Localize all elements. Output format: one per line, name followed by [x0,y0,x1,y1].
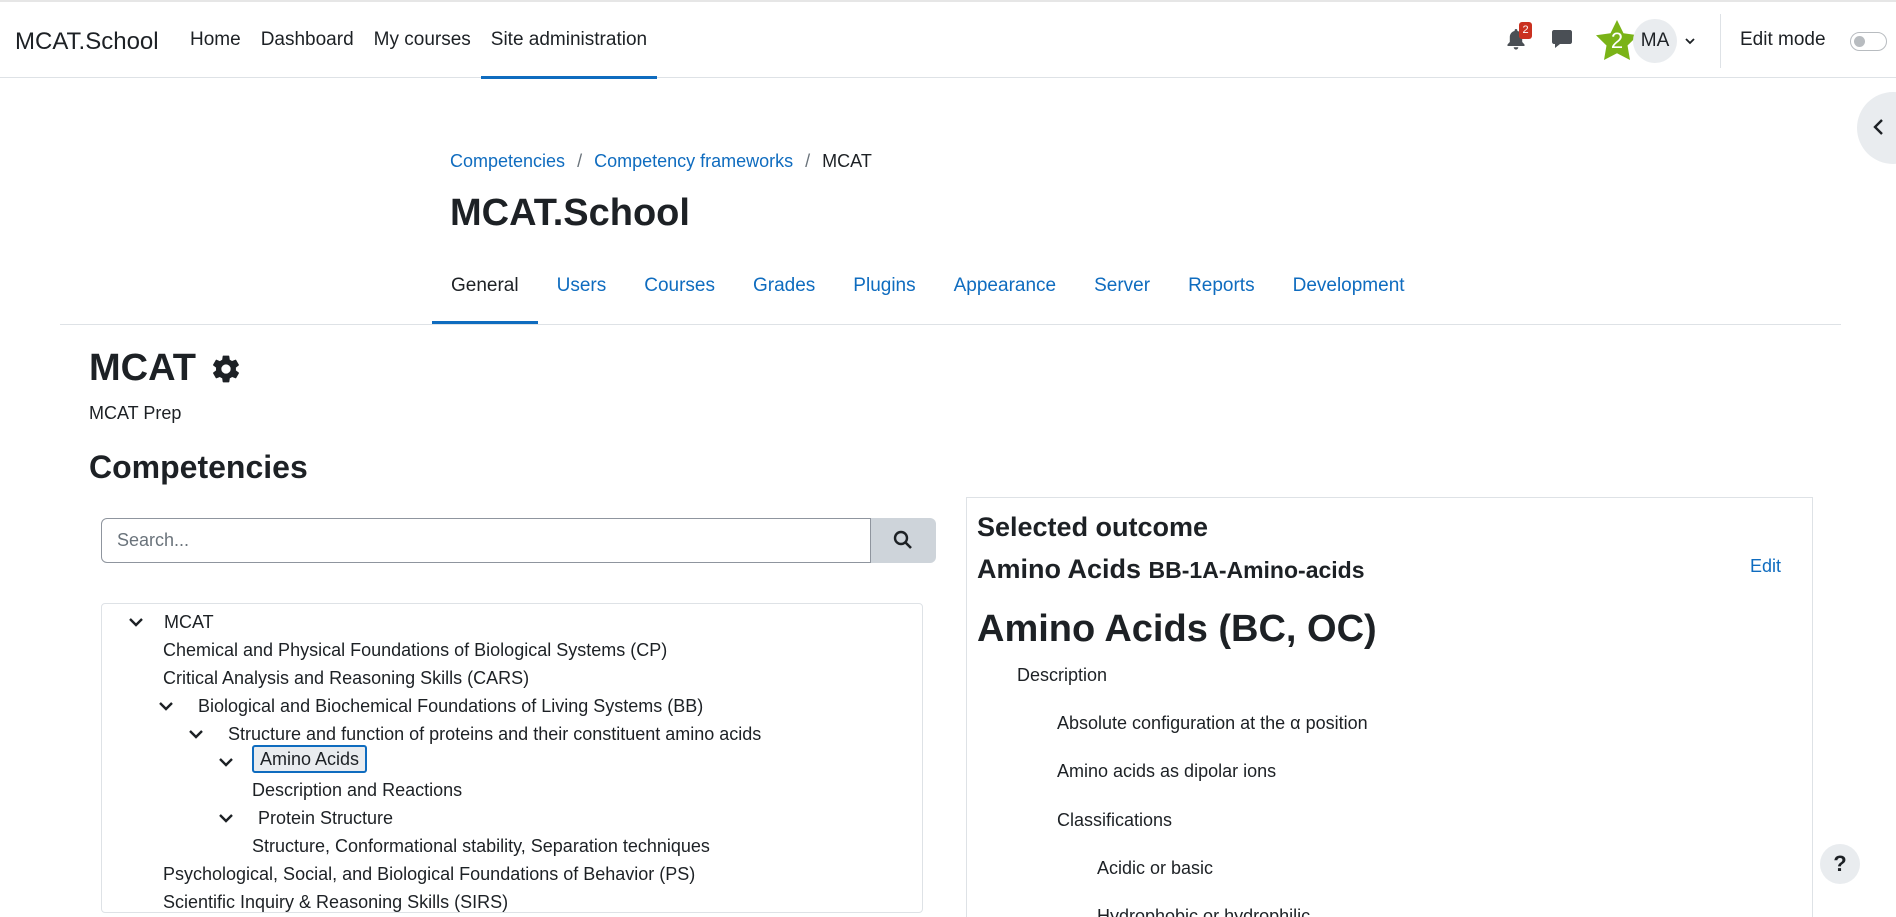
tree-item-cp[interactable]: Chemical and Physical Foundations of Bio… [163,636,667,664]
outcome-idnumber: BB-1A-Amino-acids [1148,557,1365,583]
primary-navigation: Home Dashboard My courses Site administr… [180,2,658,79]
tab-plugins[interactable]: Plugins [834,262,934,324]
tree-item-ps[interactable]: Psychological, Social, and Biological Fo… [163,860,695,888]
notification-count-badge: 2 [1519,22,1532,39]
breadcrumb-separator: / [805,151,811,171]
site-brand[interactable]: MCAT.School [15,28,159,56]
chevron-down-icon[interactable] [187,725,205,743]
selected-outcome-heading: Selected outcome [977,512,1209,542]
tab-users[interactable]: Users [538,262,626,324]
gear-icon[interactable] [210,353,242,385]
admin-tabs: General Users Courses Grades Plugins App… [432,262,1424,324]
tab-development[interactable]: Development [1274,262,1424,324]
tree-item-conformational-stability[interactable]: Structure, Conformational stability, Sep… [252,832,710,860]
search-icon [893,530,912,549]
chevron-left-icon [1873,119,1883,135]
breadcrumb-current: MCAT [822,151,872,171]
search-input[interactable] [101,518,871,563]
breadcrumb: Competencies / Competency frameworks / M… [450,151,872,172]
tree-item-label: Protein Structure [258,808,394,828]
tree-item-description-reactions[interactable]: Description and Reactions [252,776,462,804]
tree-item-label: Scientific Inquiry & Reasoning Skills (S… [163,892,509,912]
chevron-down-icon[interactable] [217,753,235,771]
tab-grades[interactable]: Grades [734,262,834,324]
tab-courses[interactable]: Courses [625,262,734,324]
breadcrumb-competencies[interactable]: Competencies [450,151,565,172]
outcome-description-title: Amino Acids (BC, OC) [977,608,1377,650]
framework-title: MCAT [89,347,242,390]
page-title: MCAT.School [450,192,690,234]
nav-my-courses[interactable]: My courses [364,2,481,78]
chevron-down-icon[interactable] [1683,34,1697,48]
messages-chat-icon[interactable] [1551,28,1575,52]
help-button[interactable]: ? [1820,844,1860,884]
competency-tree: MCAT Chemical and Physical Foundations o… [101,603,923,913]
open-drawer-button[interactable] [1857,92,1896,164]
tab-server[interactable]: Server [1075,262,1169,324]
outcome-list-item: Classifications [1057,810,1173,830]
outcome-list-item: Absolute configuration at the α position [1057,713,1368,733]
tree-item-sirs[interactable]: Scientific Inquiry & Reasoning Skills (S… [163,888,509,912]
tab-reports[interactable]: Reports [1169,262,1274,324]
nav-dashboard[interactable]: Dashboard [251,2,364,78]
tree-item-label: Biological and Biochemical Foundations o… [198,696,704,716]
tree-item-label: Psychological, Social, and Biological Fo… [163,864,696,884]
framework-name: MCAT [89,347,196,389]
chevron-down-icon[interactable] [127,613,145,631]
outcome-list-item: Acidic or basic [1097,858,1214,878]
outcome-list-item: Description [1017,665,1108,685]
user-avatar[interactable]: MA [1633,19,1677,63]
tree-item-label: Amino Acids [252,745,368,773]
notifications-bell-icon[interactable]: 2 [1506,22,1532,52]
toggle-knob [1854,36,1865,47]
tree-item-proteins[interactable]: Structure and function of proteins and t… [187,720,761,748]
nav-site-administration[interactable]: Site administration [480,2,658,79]
navbar-divider [1720,14,1721,68]
tree-item-label: Description and Reactions [252,780,463,800]
tree-item-protein-structure[interactable]: Protein Structure [217,804,393,832]
tree-item-label: MCAT [164,612,214,632]
nav-home[interactable]: Home [180,2,251,78]
tree-item-label: Chemical and Physical Foundations of Bio… [163,640,668,660]
selected-outcome-panel: Selected outcome Amino Acids BB-1A-Amino… [966,497,1813,917]
tab-general[interactable]: General [432,262,538,324]
outcome-list-item: Hydrophobic or hydrophilic [1097,906,1311,917]
tree-item-amino-acids[interactable]: Amino Acids [217,745,368,773]
outcome-shortname: Amino Acids [977,554,1142,584]
outcome-list-item: Amino acids as dipolar ions [1057,761,1277,781]
search-button[interactable] [871,518,936,563]
competencies-heading: Competencies [89,449,308,485]
framework-description: MCAT Prep [89,403,182,423]
tree-item-label: Critical Analysis and Reasoning Skills (… [163,668,530,688]
tree-item-mcat[interactable]: MCAT [127,608,214,636]
outcome-name: Amino Acids BB-1A-Amino-acids [977,554,1365,585]
breadcrumb-separator: / [577,151,583,171]
edit-mode-label: Edit mode [1740,29,1826,50]
breadcrumb-competency-frameworks[interactable]: Competency frameworks [594,151,793,172]
tree-item-label: Structure, Conformational stability, Sep… [252,836,710,856]
tree-item-cars[interactable]: Critical Analysis and Reasoning Skills (… [163,664,529,692]
edit-outcome-link[interactable]: Edit [1750,556,1781,577]
chevron-down-icon[interactable] [157,697,175,715]
tabs-divider [60,324,1841,325]
tree-item-label: Structure and function of proteins and t… [228,724,762,744]
top-navbar: MCAT.School Home Dashboard My courses Si… [0,0,1896,79]
tree-item-bb[interactable]: Biological and Biochemical Foundations o… [157,692,703,720]
edit-mode-toggle[interactable] [1850,32,1887,51]
tab-appearance[interactable]: Appearance [935,262,1075,324]
chevron-down-icon[interactable] [217,809,235,827]
competency-search [101,518,936,563]
